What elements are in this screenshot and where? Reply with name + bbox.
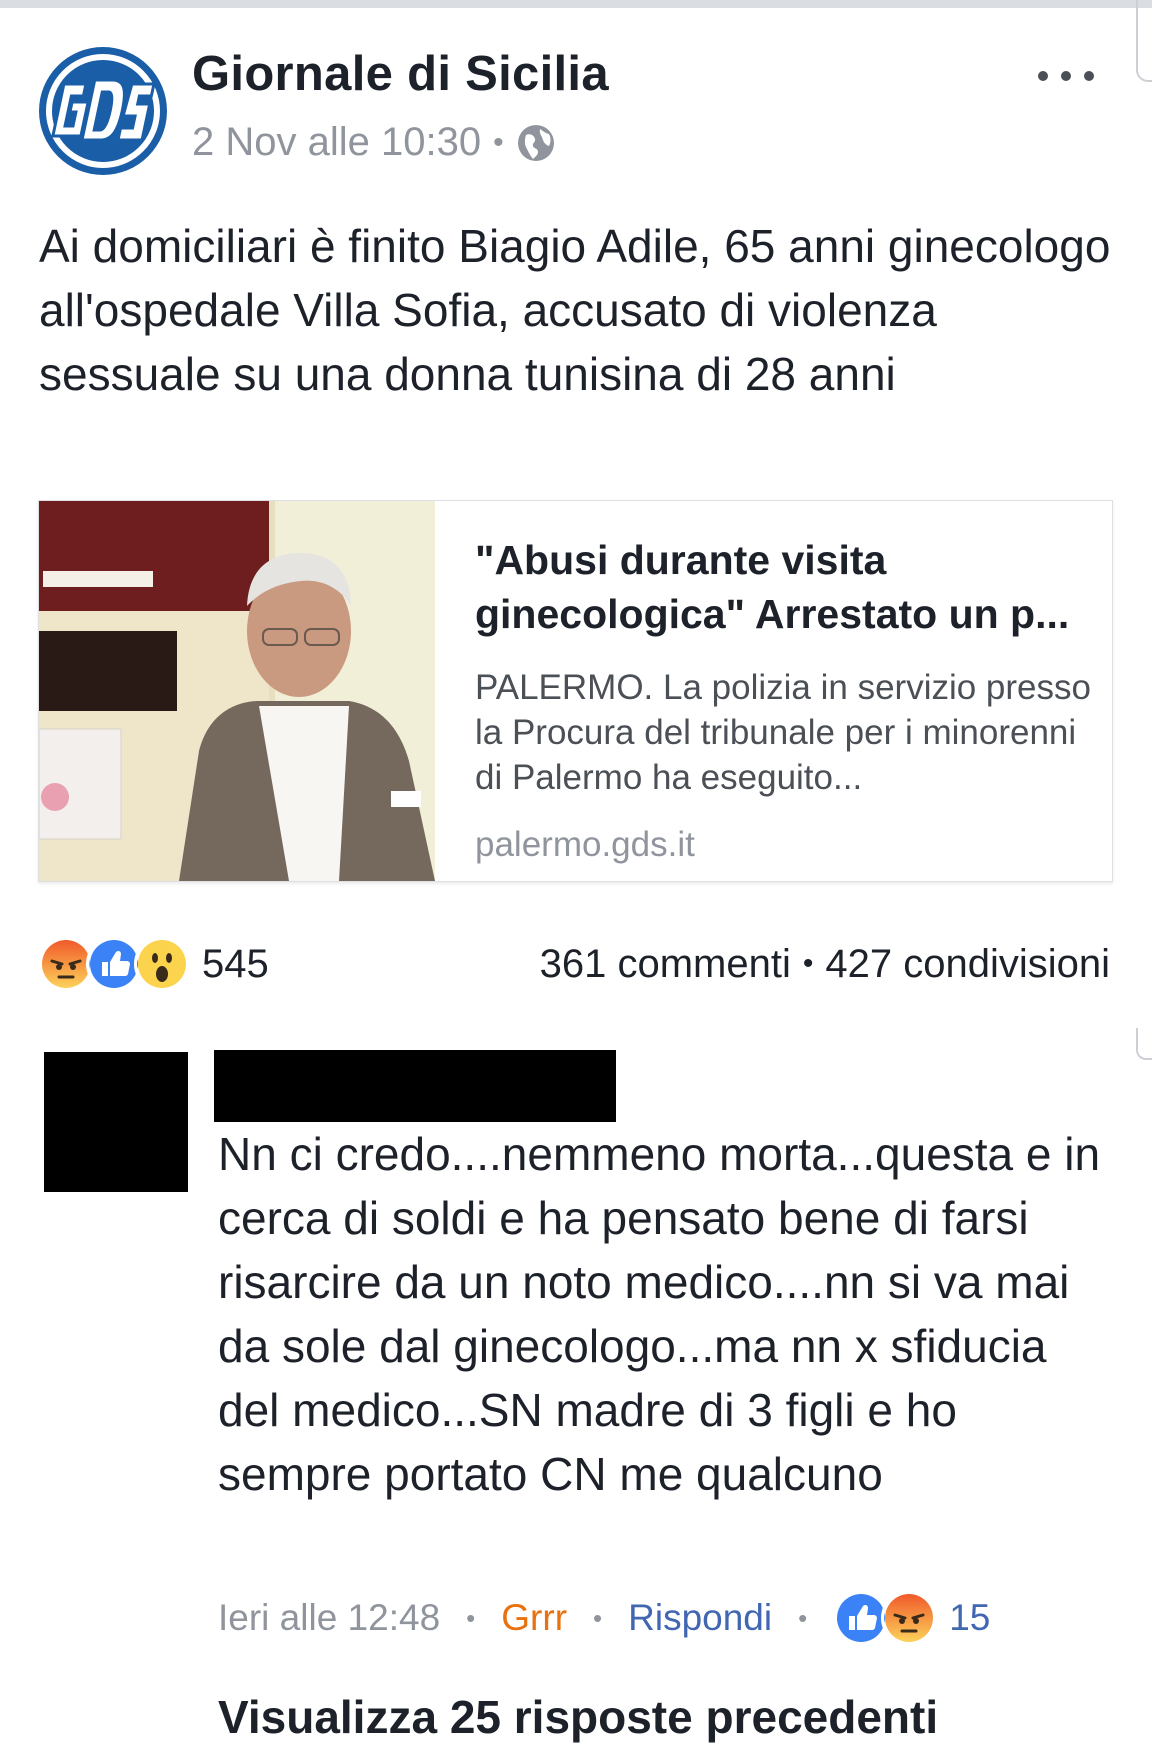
commenter-avatar-redacted[interactable] [44, 1052, 188, 1192]
scroll-edge-decoration [1136, 0, 1152, 82]
post-meta: 2 Nov alle 10:30 • [192, 120, 556, 165]
comment-actions: Ieri alle 12:48 • Grrr • Rispondi • 15 [218, 1590, 990, 1646]
comment-text: Nn ci credo....nemmeno morta...questa e … [218, 1128, 1101, 1500]
reactions-summary[interactable]: 545 [38, 936, 269, 992]
actions-separator: • [593, 1602, 603, 1633]
dot-icon [1038, 71, 1048, 81]
comment-reactions-count: 15 [949, 1597, 991, 1638]
engagement-counts: 361 commenti • 427 condivisioni [540, 938, 1110, 990]
more-options-button[interactable] [1038, 58, 1094, 94]
wow-icon [134, 936, 190, 992]
reply-button[interactable]: Rispondi [628, 1597, 772, 1639]
reactions-count[interactable]: 545 [202, 942, 269, 987]
comments-count-link[interactable]: 361 commenti [540, 942, 791, 987]
angry-icon [881, 1590, 938, 1646]
article-title[interactable]: "Abusi durante visita ginecologica" Arre… [475, 533, 1095, 641]
scroll-edge-decoration [1136, 1028, 1152, 1060]
article-thumbnail-image [39, 501, 435, 881]
comment-reactions-summary[interactable]: 15 [833, 1590, 990, 1646]
article-description: PALERMO. La polizia in servizio presso l… [475, 668, 1091, 797]
post-timestamp[interactable]: 2 Nov alle 10:30 [192, 120, 481, 165]
comment-timestamp[interactable]: Ieri alle 12:48 [218, 1597, 440, 1639]
counts-separator: • [802, 947, 814, 980]
dot-icon [1061, 71, 1071, 81]
actions-separator: • [466, 1602, 476, 1633]
actions-separator: • [798, 1602, 808, 1633]
page-avatar-logo[interactable] [38, 46, 168, 176]
commenter-name-redacted[interactable] [214, 1050, 616, 1122]
link-preview-card[interactable]: "Abusi durante visita ginecologica" Arre… [38, 500, 1113, 882]
post-text: Ai domiciliari è finito Biagio Adile, 65… [39, 220, 1111, 400]
reaction-button-grrr[interactable]: Grrr [501, 1597, 567, 1639]
dot-icon [1084, 71, 1094, 81]
top-divider [0, 0, 1152, 8]
page-name-link[interactable]: Giornale di Sicilia [192, 46, 609, 102]
view-previous-replies-link[interactable]: Visualizza 25 risposte precedenti [218, 1690, 938, 1744]
globe-icon [517, 124, 554, 161]
meta-separator: • [493, 125, 504, 159]
shares-count-link[interactable]: 427 condivisioni [825, 942, 1110, 987]
article-domain: palermo.gds.it [475, 825, 695, 864]
